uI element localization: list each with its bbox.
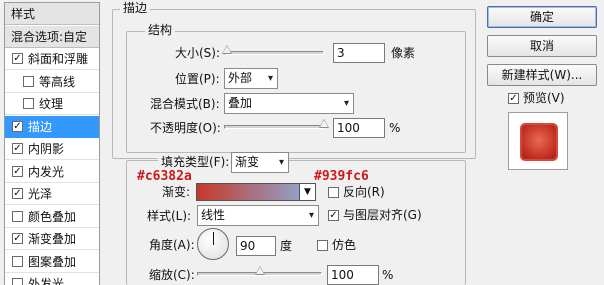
angle-label: 角度(A): xyxy=(149,238,195,252)
scale-label: 缩放(C): xyxy=(149,268,195,282)
reverse-checkbox[interactable] xyxy=(328,187,339,198)
angle-unit: 度 xyxy=(280,239,293,253)
style-item[interactable]: ✓ 渐变叠加 xyxy=(5,228,99,250)
angle-input[interactable]: 90 xyxy=(236,236,276,256)
fill-type-label: 填充类型(F): xyxy=(158,154,233,170)
chevron-down-icon: ▾ xyxy=(278,157,284,168)
chevron-down-icon: ▾ xyxy=(267,73,273,84)
blend-mode-label: 混合模式(B): xyxy=(150,97,220,111)
size-slider-thumb[interactable] xyxy=(222,45,232,54)
position-label: 位置(P): xyxy=(175,72,220,86)
style-item-checkbox[interactable]: ✓ xyxy=(12,188,23,199)
align-check-mark: ✓ xyxy=(329,209,338,221)
style-item-checkbox[interactable] xyxy=(12,256,23,267)
style-item-checkbox[interactable] xyxy=(12,278,23,285)
fill-type-select[interactable]: 渐变 ▾ xyxy=(231,152,289,173)
style-item[interactable]: 外发光 xyxy=(5,273,99,285)
style-item[interactable]: 纹理 xyxy=(5,93,99,115)
style-item-checkbox[interactable] xyxy=(12,211,23,222)
opacity-slider-track[interactable] xyxy=(224,125,324,129)
align-with-layer-label: 与图层对齐(G) xyxy=(343,208,422,222)
structure-title: 结构 xyxy=(145,23,176,37)
gradient-dropdown-button[interactable]: ▼ xyxy=(300,183,316,201)
stroke-section-title: 描边 xyxy=(120,1,151,15)
style-item-label: 斜面和浮雕 xyxy=(28,52,89,66)
preview-label: 预览(V) xyxy=(523,91,565,105)
style-item[interactable]: ✓ 斜面和浮雕 xyxy=(5,48,99,70)
position-select[interactable]: 外部 ▾ xyxy=(224,68,278,89)
size-label: 大小(S): xyxy=(175,46,221,60)
preview-checkbox[interactable]: ✓ xyxy=(508,93,519,104)
style-item[interactable]: 等高线 xyxy=(5,71,99,93)
scale-unit: % xyxy=(382,268,394,282)
chevron-down-icon: ▾ xyxy=(308,210,314,221)
style-item[interactable]: ✓ 光泽 xyxy=(5,183,99,205)
blend-mode-select-value: 叠加 xyxy=(228,96,253,110)
size-slider-track[interactable] xyxy=(224,51,324,55)
style-item-checkbox[interactable]: ✓ xyxy=(12,143,23,154)
style-item-checkbox[interactable] xyxy=(23,98,34,109)
opacity-unit: % xyxy=(389,121,401,135)
gradient-label: 渐变: xyxy=(162,185,191,199)
style-item-label: 纹理 xyxy=(39,97,64,111)
position-select-value: 外部 xyxy=(228,71,253,85)
style-item-label: 描边 xyxy=(28,120,53,134)
style-item-label: 样式 xyxy=(11,7,36,21)
style-item-checkbox[interactable]: ✓ xyxy=(12,166,23,177)
triangle-down-icon: ▼ xyxy=(304,187,311,197)
scale-input[interactable]: 100 xyxy=(327,265,379,285)
style-item-label: 光泽 xyxy=(28,187,53,201)
style-select[interactable]: 线性 ▾ xyxy=(197,205,319,226)
opacity-label: 不透明度(O): xyxy=(150,121,221,135)
style-item[interactable]: ✓ 内发光 xyxy=(5,161,99,183)
style-item-label: 等高线 xyxy=(39,75,76,89)
styles-list-header[interactable]: 样式 xyxy=(5,3,99,25)
opacity-slider-thumb[interactable] xyxy=(319,119,329,128)
dither-label: 仿色 xyxy=(332,238,357,252)
style-item-checkbox[interactable]: ✓ xyxy=(12,53,23,64)
style-item-label: 颜色叠加 xyxy=(28,210,77,224)
styles-list-header[interactable]: 混合选项:自定 xyxy=(5,26,99,48)
preview-swatch xyxy=(522,125,556,159)
angle-dial[interactable] xyxy=(197,228,229,260)
new-style-button[interactable]: 新建样式(W)... xyxy=(487,64,597,86)
style-preview xyxy=(508,112,568,170)
align-with-layer-checkbox[interactable]: ✓ xyxy=(328,210,339,221)
scale-slider-thumb[interactable] xyxy=(255,266,265,275)
style-item-label: 混合选项:自定 xyxy=(11,30,88,44)
styles-list: 样式混合选项:自定 ✓ 斜面和浮雕等高线纹理 ✓ 描边 ✓ 内阴影 ✓ 内发光 ✓ 光泽颜色叠加 ✓ 渐… xyxy=(4,2,100,285)
preview-check-mark: ✓ xyxy=(509,92,518,104)
chevron-down-icon: ▾ xyxy=(343,98,349,109)
style-item-checkbox[interactable]: ✓ xyxy=(12,121,23,132)
size-unit: 像素 xyxy=(391,46,416,60)
gradient-swatch[interactable] xyxy=(196,183,300,201)
gradient-start-annotation: #c6382a xyxy=(137,169,192,184)
gradient-end-annotation: #939fc6 xyxy=(314,169,369,184)
style-item-label: 外发光 xyxy=(28,277,65,285)
size-input[interactable]: 3 xyxy=(333,43,385,63)
cancel-button[interactable]: 取消 xyxy=(487,35,597,57)
style-item-label: 渐变叠加 xyxy=(28,232,77,246)
style-label: 样式(L): xyxy=(147,209,192,223)
fill-type-select-value: 渐变 xyxy=(235,155,260,169)
blend-mode-select[interactable]: 叠加 ▾ xyxy=(224,93,354,114)
style-item[interactable]: ✓ 描边 xyxy=(5,116,99,138)
style-item-checkbox[interactable] xyxy=(23,76,34,87)
style-item-checkbox[interactable]: ✓ xyxy=(12,233,23,244)
style-select-value: 线性 xyxy=(201,208,226,222)
opacity-input[interactable]: 100 xyxy=(333,118,385,138)
style-item-label: 图案叠加 xyxy=(28,255,77,269)
style-item-label: 内阴影 xyxy=(28,142,65,156)
style-item[interactable]: ✓ 内阴影 xyxy=(5,138,99,160)
style-item[interactable]: 颜色叠加 xyxy=(5,206,99,228)
dither-checkbox[interactable] xyxy=(317,240,328,251)
ok-button[interactable]: 确定 xyxy=(487,6,597,28)
style-item[interactable]: 图案叠加 xyxy=(5,251,99,273)
style-item-label: 内发光 xyxy=(28,165,65,179)
angle-dial-needle xyxy=(213,232,214,245)
reverse-label: 反向(R) xyxy=(343,185,385,199)
